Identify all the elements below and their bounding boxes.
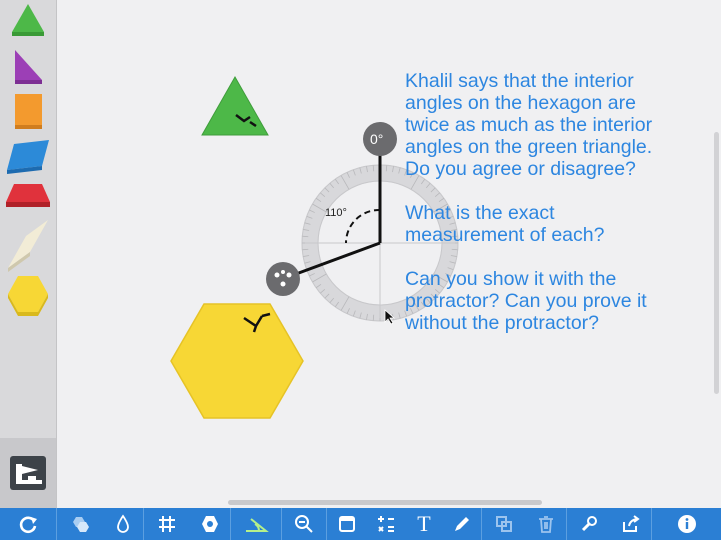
protractor-zero-label: 0°: [370, 131, 384, 147]
blue-rhombus-shape[interactable]: [7, 140, 49, 174]
calculator-icon: [378, 516, 394, 532]
share-button[interactable]: [611, 508, 651, 540]
red-trapezoid-shape[interactable]: [6, 184, 50, 207]
horizontal-scrollbar[interactable]: [228, 500, 542, 505]
yellow-hexagon-shape[interactable]: [8, 276, 48, 316]
delete-button[interactable]: [526, 508, 566, 540]
green-triangle-shape[interactable]: [12, 4, 44, 36]
vertical-scrollbar[interactable]: [714, 132, 719, 394]
scene-panel: [0, 438, 56, 508]
settings-button[interactable]: [567, 508, 611, 540]
wrench-icon: [581, 516, 597, 532]
refresh-icon: [19, 516, 37, 534]
duplicate-button[interactable]: [482, 508, 526, 540]
duplicate-icon: [496, 516, 512, 532]
angle-measure-label: 110°: [325, 207, 347, 219]
question-text: Khalil says that the interior angles on …: [405, 70, 705, 356]
refresh-button[interactable]: [0, 508, 56, 540]
color-drop-icon: [117, 514, 129, 533]
shapes-button[interactable]: [57, 508, 103, 540]
screen-icon: [339, 516, 355, 532]
shape-palette: [6, 4, 50, 316]
grid-icon: [159, 516, 175, 532]
scene-icon: [16, 464, 42, 484]
calculator-button[interactable]: [367, 508, 405, 540]
shape-sidebar: [0, 0, 57, 508]
purple-right-triangle-shape[interactable]: [15, 50, 42, 84]
angle-tool-icon: [246, 518, 269, 532]
info-icon: [677, 515, 696, 533]
hexagons-icon: [73, 517, 89, 532]
grid-button[interactable]: [144, 508, 190, 540]
tan-rhombus-shape[interactable]: [8, 220, 48, 272]
trash-icon: [539, 516, 553, 533]
pencil-icon: [455, 517, 469, 531]
screen-button[interactable]: [327, 508, 367, 540]
bottom-toolbar: T: [0, 508, 721, 540]
snap-icon: [202, 516, 218, 532]
color-button[interactable]: [103, 508, 143, 540]
text-tool-button[interactable]: T: [405, 508, 443, 540]
angle-tool-button[interactable]: [231, 508, 281, 540]
orange-square-shape[interactable]: [15, 94, 42, 129]
scene-button[interactable]: [10, 456, 46, 490]
pencil-button[interactable]: [443, 508, 481, 540]
question-paragraph-3: Can you show it with the protractor? Can…: [405, 268, 647, 334]
share-icon: [623, 515, 640, 532]
zoom-out-icon: [295, 515, 313, 533]
info-button[interactable]: [652, 508, 721, 540]
zoom-out-button[interactable]: [282, 508, 326, 540]
question-paragraph-1: Khalil says that the interior angles on …: [405, 70, 653, 180]
question-paragraph-2: What is the exact measurement of each?: [405, 202, 605, 246]
snap-button[interactable]: [190, 508, 230, 540]
